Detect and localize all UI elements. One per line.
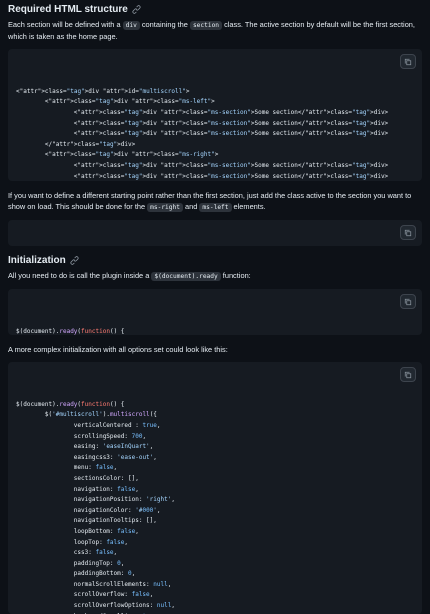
code-line: easingcss3: 'ease-out', <box>16 453 157 461</box>
code-line: css3: false, <box>16 549 118 557</box>
text: function: <box>220 271 251 280</box>
code-line: <"attr">class="tag">div "attr">class="ms… <box>16 130 389 138</box>
copy-button[interactable] <box>400 367 416 382</box>
complex-init-paragraph: A more complex initialization with all o… <box>8 345 228 354</box>
copy-button[interactable] <box>400 54 416 69</box>
code-line: sectionsColor: [], <box>16 474 139 482</box>
code-block-full-init: $(document).ready(function() { $('#multi… <box>8 362 422 614</box>
code-line: paddingTop: 0, <box>16 559 125 567</box>
init-paragraph: All you need to do is call the plugin in… <box>8 270 422 282</box>
page: Required HTML structure Each section wil… <box>0 0 430 614</box>
code-line: paddingBottom: 0, <box>16 570 136 578</box>
code-line: verticalCentered : true, <box>16 421 161 429</box>
code-lines: $(document).ready(function() { $('#multi… <box>16 327 414 335</box>
code-block-active-section: <"attr">class="tag">div "attr">class="ms… <box>8 220 422 246</box>
inline-code-ms-left: ms-left <box>199 203 232 212</box>
code-line: </"attr">class="tag">div> <box>16 140 136 148</box>
code-line: $('#multiscroll').multiscroll({ <box>16 411 157 419</box>
heading-initialization: Initialization <box>8 255 422 270</box>
code-line: menu: false, <box>16 464 118 472</box>
code-line: <"attr">class="tag">div "attr">class="ms… <box>16 98 215 106</box>
code-line: normalScrollElements: null, <box>16 580 172 588</box>
code-lines: $(document).ready(function() { $('#multi… <box>16 400 414 614</box>
inline-code-section: section <box>189 21 223 30</box>
copy-icon <box>404 371 412 379</box>
code-line: <"attr">class="tag">div "attr">class="ms… <box>16 161 389 169</box>
code-line: navigationColor: '#000', <box>16 506 161 514</box>
code-line: $(document).ready(function() { <box>16 400 125 408</box>
text: Each section will be defined with a <box>8 20 123 29</box>
code-line: easing: 'easeInQuart', <box>16 443 154 451</box>
heading-required-html-text: Required HTML structure <box>8 4 128 15</box>
text: and <box>182 202 200 211</box>
code-line: loopTop: false, <box>16 538 128 546</box>
code-line: <"attr">class="tag">div "attr">class="ms… <box>16 108 389 116</box>
heading-required-html: Required HTML structure <box>8 4 422 19</box>
code-line: <"attr">class="tag">div "attr">class="ms… <box>16 172 389 180</box>
code-line: loopBottom: false, <box>16 527 139 535</box>
copy-icon <box>404 58 412 66</box>
code-line: scrollingSpeed: 700, <box>16 432 147 440</box>
code-line: <"attr">class="tag">div "attr">class="ms… <box>16 119 389 127</box>
code-lines: <"attr">class="tag">div "attr">id="multi… <box>16 87 414 181</box>
text: elements. <box>231 202 266 211</box>
inline-code-document-ready: $(document).ready <box>151 272 221 281</box>
link-icon[interactable] <box>132 5 141 14</box>
code-line: scrollOverflowOptions: null, <box>16 602 175 610</box>
code-line: scrollOverflow: false, <box>16 591 154 599</box>
code-line: navigation: false, <box>16 485 139 493</box>
active-section-paragraph: If you want to define a different starti… <box>8 190 422 213</box>
code-line: <"attr">class="tag">div "attr">class="ms… <box>16 151 219 159</box>
code-line: navigationTooltips: [], <box>16 517 157 525</box>
copy-icon <box>404 229 412 237</box>
code-block-html-structure: <"attr">class="tag">div "attr">id="multi… <box>8 49 422 181</box>
code-line: <"attr">class="tag">div "attr">id="multi… <box>16 87 190 95</box>
text: All you need to do is call the plugin in… <box>8 271 152 280</box>
copy-button[interactable] <box>400 225 416 240</box>
code-block-basic-init: $(document).ready(function() { $('#multi… <box>8 289 422 335</box>
code-line: navigationPosition: 'right', <box>16 496 175 504</box>
copy-icon <box>404 298 412 306</box>
inline-code-div: div <box>122 21 140 30</box>
link-icon[interactable] <box>70 256 79 265</box>
heading-initialization-text: Initialization <box>8 255 66 266</box>
inline-code-ms-right: ms-right <box>147 203 183 212</box>
code-line: $(document).ready(function() { <box>16 327 125 335</box>
copy-button[interactable] <box>400 294 416 309</box>
text: containing the <box>139 20 190 29</box>
intro-paragraph: Each section will be defined with a div … <box>8 19 422 42</box>
